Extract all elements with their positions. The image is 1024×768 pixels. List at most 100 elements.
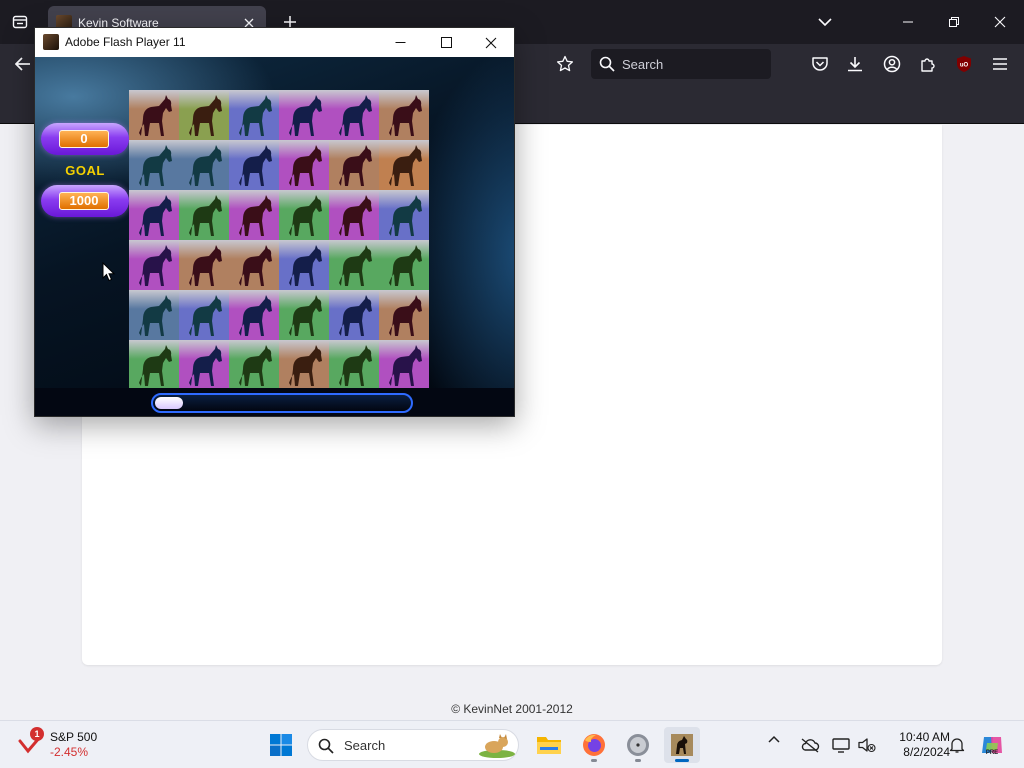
start-button[interactable] [263,727,299,763]
firefox-taskbar-button[interactable] [576,727,612,763]
browser-restore-button[interactable] [934,6,974,38]
stock-change: -2.45% [50,745,89,759]
game-tile[interactable] [129,340,179,388]
game-tile[interactable] [279,290,329,340]
system-clock[interactable]: 10:40 AM 8/2/2024 [880,730,950,760]
ublock-shield-icon: uO [957,56,971,72]
horse-icon [239,295,272,336]
game-tile[interactable] [279,340,329,388]
horse-icon [189,345,222,386]
game-tile[interactable] [279,240,329,290]
horse-icon [139,195,172,236]
browser-minimize-button[interactable] [888,6,928,38]
game-tile[interactable] [129,190,179,240]
downloads-button[interactable] [843,52,867,76]
game-board [129,90,429,388]
flash-maximize-button[interactable] [423,28,469,57]
extensions-button[interactable] [916,52,940,76]
horse-icon [139,345,172,386]
game-tile[interactable] [129,90,179,140]
app-menu-button[interactable] [988,52,1012,76]
horse-icon [139,95,172,136]
copilot-icon[interactable]: PRE [980,733,1004,757]
game-stage[interactable]: 0 GOAL 1000 [35,57,514,388]
game-tile[interactable] [229,290,279,340]
folder-icon [537,737,561,754]
close-icon [994,16,1006,28]
notifications-button[interactable] [946,734,968,756]
game-tile[interactable] [229,140,279,190]
game-tile[interactable] [279,90,329,140]
game-tile[interactable] [329,240,379,290]
firefox-icon [583,734,605,756]
active-indicator [675,759,689,762]
star-icon [556,55,574,72]
game-tile[interactable] [229,190,279,240]
game-tile[interactable] [329,90,379,140]
game-tile[interactable] [279,140,329,190]
web-search-field[interactable]: Search [591,49,771,79]
restore-icon [949,17,959,27]
file-explorer-button[interactable] [531,727,567,763]
horse-icon [139,145,172,186]
game-tile[interactable] [179,90,229,140]
flash-title-bar[interactable]: Adobe Flash Player 11 [35,28,514,57]
game-tile[interactable] [329,190,379,240]
browser-close-button[interactable] [980,6,1020,38]
monitor-icon [832,738,850,753]
horse-icon [389,295,422,336]
flash-player-window[interactable]: Adobe Flash Player 11 0 GOAL 1000 [34,27,515,417]
flash-app-icon [43,34,59,50]
flash-player-taskbar-button[interactable] [664,727,700,763]
horse-icon [389,245,422,286]
bookmark-page-button[interactable] [553,52,577,76]
tray-volume[interactable] [856,734,878,756]
horse-icon [239,245,272,286]
game-tile[interactable] [229,340,279,388]
game-tile[interactable] [229,90,279,140]
game-tile[interactable] [379,340,429,388]
svg-text:uO: uO [960,63,969,69]
account-icon [883,55,901,73]
horse-icon [239,195,272,236]
game-tile[interactable] [379,290,429,340]
flash-minimize-button[interactable] [377,28,423,57]
running-indicator [591,759,597,762]
tray-display[interactable] [830,734,852,756]
clock-time: 10:40 AM [899,730,950,744]
flash-close-button[interactable] [468,28,514,57]
game-tile[interactable] [179,140,229,190]
game-tile[interactable] [129,140,179,190]
game-tile[interactable] [229,240,279,290]
taskbar-search[interactable]: Search [307,729,519,761]
game-tile[interactable] [279,190,329,240]
game-tile[interactable] [329,340,379,388]
speaker-muted-icon [858,738,876,753]
game-tile[interactable] [129,240,179,290]
ublock-origin-button[interactable]: uO [952,52,976,76]
game-tile[interactable] [379,190,429,240]
game-tile[interactable] [329,140,379,190]
game-tile[interactable] [179,340,229,388]
firefox-view-button[interactable] [6,8,34,36]
pocket-button[interactable] [808,52,832,76]
game-tile[interactable] [129,290,179,340]
horse-icon [139,295,172,336]
back-button[interactable] [10,52,36,76]
horse-icon [189,95,222,136]
game-tile[interactable] [179,240,229,290]
game-tile[interactable] [179,190,229,240]
show-hidden-icons-chevron-up-icon[interactable] [768,735,780,743]
game-tile[interactable] [379,90,429,140]
game-tile[interactable] [179,290,229,340]
game-tile[interactable] [379,240,429,290]
horse-icon [239,145,272,186]
list-all-tabs-button[interactable] [812,10,838,34]
tray-onedrive[interactable] [799,734,821,756]
game-tile[interactable] [379,140,429,190]
stock-widget[interactable]: 1 S&P 500 -2.45% [18,727,128,763]
bell-icon [949,738,965,753]
account-button[interactable] [880,52,904,76]
app-taskbar-button[interactable] [620,727,656,763]
game-tile[interactable] [329,290,379,340]
